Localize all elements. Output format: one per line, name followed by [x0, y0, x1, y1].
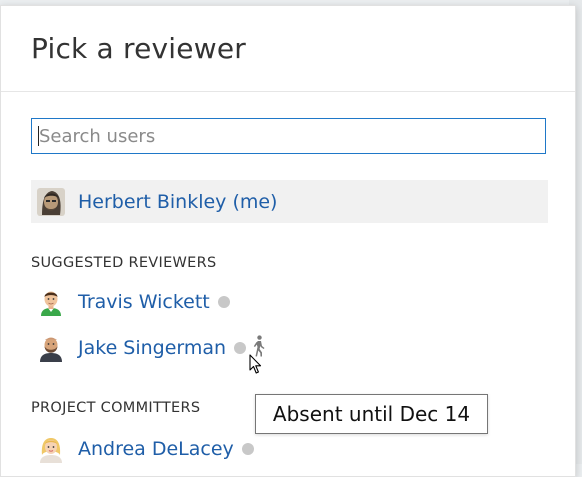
suggested-user-name[interactable]: Jake Singerman	[78, 337, 226, 359]
suggested-user-name[interactable]: Travis Wickett	[78, 291, 210, 313]
presence-offline-icon	[217, 296, 230, 308]
current-user-name[interactable]: Herbert Binkley (me)	[78, 191, 277, 213]
avatar-jake	[37, 334, 65, 362]
suggested-reviewers-header: SUGGESTED REVIEWERS	[31, 255, 217, 271]
mouse-pointer-icon	[249, 354, 263, 380]
absence-tooltip: Absent until Dec 14	[255, 394, 488, 434]
search-input[interactable]	[32, 119, 545, 153]
committer-user-name[interactable]: Andrea DeLacey	[78, 438, 234, 460]
avatar-herbert	[37, 188, 65, 216]
suggested-user-travis[interactable]: Travis Wickett	[31, 286, 230, 318]
suggested-user-jake[interactable]: Jake Singerman	[31, 332, 266, 364]
committer-user-andrea[interactable]: Andrea DeLacey	[31, 433, 254, 465]
dialog-title: Pick a reviewer	[31, 32, 246, 65]
title-divider	[1, 91, 575, 92]
current-user-item[interactable]: Herbert Binkley (me)	[31, 186, 277, 218]
project-committers-header: PROJECT COMMITTERS	[31, 400, 201, 416]
search-box[interactable]	[31, 118, 546, 154]
avatar-travis	[37, 288, 65, 316]
presence-offline-icon	[234, 342, 247, 354]
avatar-andrea	[37, 435, 65, 463]
text-caret	[38, 126, 39, 146]
presence-offline-icon	[241, 443, 254, 455]
